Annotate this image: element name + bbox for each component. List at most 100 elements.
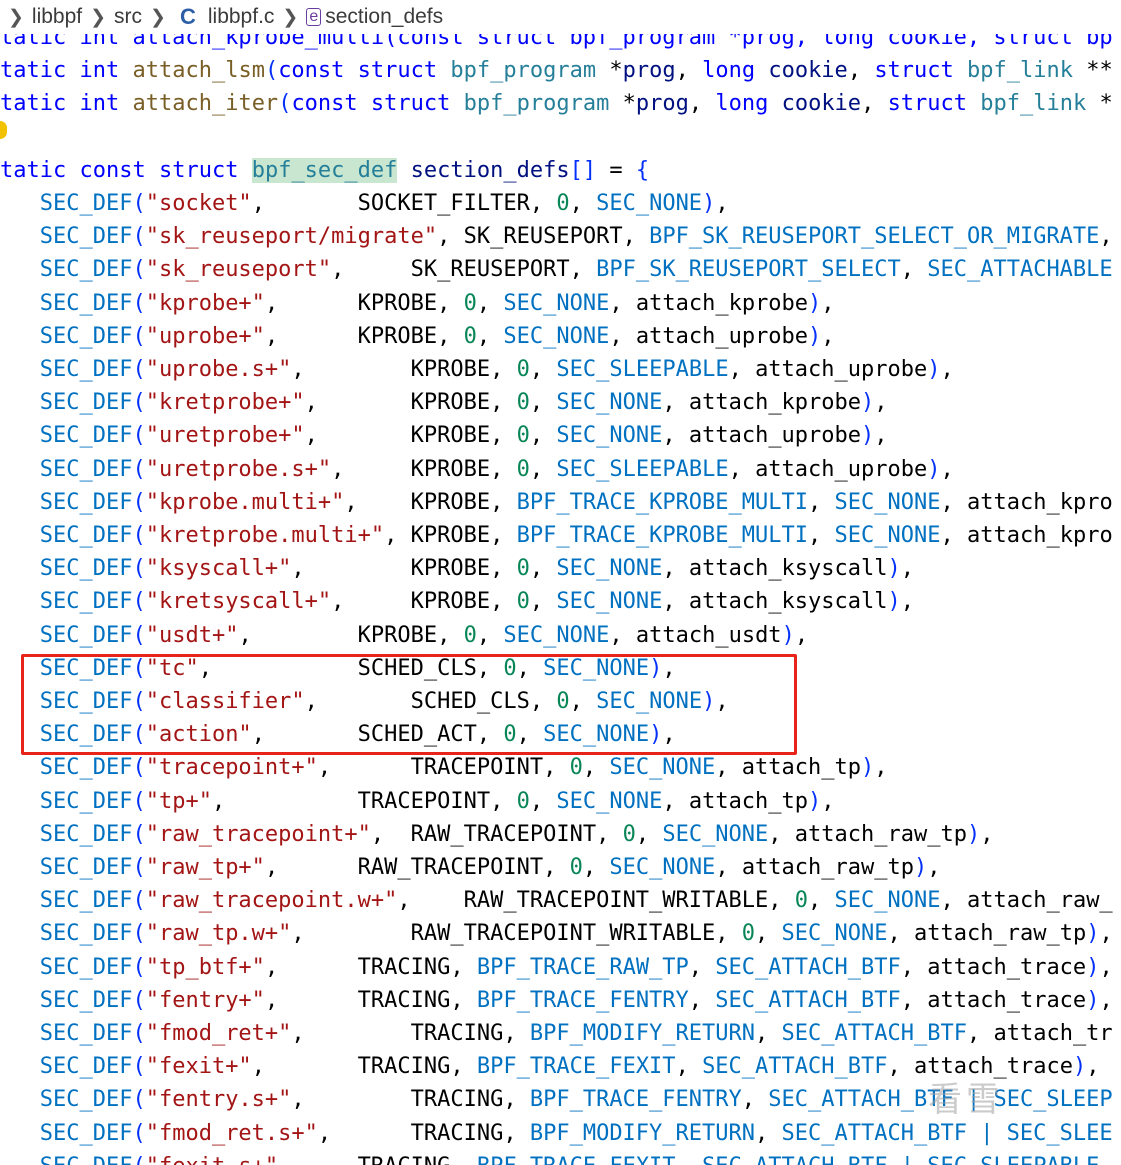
code-token: , <box>397 888 464 914</box>
sec-def-entry[interactable]: SEC_DEF("uretprobe.s+", KPROBE, 0, SEC_S… <box>0 453 954 486</box>
sec-def-entry[interactable]: SEC_DEF("uprobe+", KPROBE, 0, SEC_NONE, … <box>0 320 835 353</box>
code-token: , <box>476 323 504 349</box>
macro-name: SEC_DEF <box>39 1120 133 1146</box>
code-token: , <box>490 456 517 482</box>
sec-def-entry[interactable]: SEC_DEF("raw_tp.w+", RAW_TRACEPOINT_WRIT… <box>0 917 1113 950</box>
code-token: , <box>847 58 875 84</box>
code-token: , <box>768 821 795 847</box>
code-token: SEC_ATTACH_BTF <box>781 1021 967 1046</box>
code-token: tatic <box>0 157 67 183</box>
sec-def-entry[interactable]: SEC_DEF("sk_reuseport", SK_REUSEPORT, BP… <box>0 253 1113 286</box>
code-token: , <box>688 91 716 117</box>
code-line-decl[interactable]: tatic int attach_lsm(const struct bpf_pr… <box>0 54 1113 87</box>
code-token: , <box>675 1054 703 1080</box>
section-string: "kretprobe+" <box>145 390 305 416</box>
breadcrumb-item-symbol[interactable]: section_defs <box>325 5 443 29</box>
section-defs-identifier: section_defs <box>410 157 570 183</box>
code-token: , <box>940 523 967 548</box>
sec-def-entry[interactable]: SEC_DEF("raw_tracepoint.w+", RAW_TRACEPO… <box>0 884 1113 917</box>
sec-def-entry[interactable]: SEC_DEF("kprobe+", KPROBE, 0, SEC_NONE, … <box>0 287 835 320</box>
code-token: cookie <box>768 58 848 84</box>
code-token: KPROBE <box>410 357 491 382</box>
code-token: , <box>887 1054 914 1080</box>
code-token: ( <box>132 589 146 615</box>
code-token: ) <box>861 390 875 416</box>
code-token: struct <box>887 91 968 117</box>
sec-def-entry[interactable]: SEC_DEF("raw_tp+", RAW_TRACEPOINT, 0, SE… <box>0 851 941 884</box>
sec-def-entry[interactable]: SEC_DEF("tp_btf+", TRACING, BPF_TRACE_RA… <box>0 951 1113 984</box>
code-token: , <box>741 1087 769 1113</box>
code-token: , <box>543 855 570 880</box>
code-token: , <box>503 1021 530 1046</box>
section-string: "tp_btf+" <box>145 954 265 980</box>
sec-def-entry[interactable]: SEC_DEF("tp+", TRACEPOINT, 0, SEC_NONE, … <box>0 785 835 818</box>
code-token: , <box>490 489 517 515</box>
breadcrumb-item-file[interactable]: libbpf.c <box>208 5 275 29</box>
sec-def-entry[interactable]: SEC_DEF("ksyscall+", KPROBE, 0, SEC_NONE… <box>0 552 914 585</box>
macro-name: SEC_DEF <box>39 622 133 648</box>
macro-name: SEC_DEF <box>39 556 133 582</box>
sec-def-entry[interactable]: SEC_DEF("tracepoint+", TRACEPOINT, 0, SE… <box>0 751 888 784</box>
macro-name: SEC_DEF <box>39 755 133 781</box>
sec-def-entry[interactable]: SEC_DEF("fexit.s+", TRACING, BPF_TRACE_F… <box>0 1150 1100 1165</box>
code-editor[interactable]: tatic int attach_kprobe_multi(const stru… <box>0 0 1121 1165</box>
code-token: KPROBE <box>410 423 491 449</box>
sec-def-entry[interactable]: SEC_DEF("usdt+", KPROBE, 0, SEC_NONE, at… <box>0 619 808 652</box>
sec-def-entry[interactable]: SEC_DEF("fentry+", TRACING, BPF_TRACE_FE… <box>0 984 1113 1017</box>
chevron-right-icon: ❯ <box>8 6 24 28</box>
code-token: ) <box>861 755 875 781</box>
code-token: tatic <box>0 58 67 84</box>
code-token: 0 <box>741 921 756 947</box>
code-token: KPROBE <box>357 290 438 316</box>
macro-name: SEC_DEF <box>39 390 133 416</box>
sec-def-entry[interactable]: SEC_DEF("uprobe.s+", KPROBE, 0, SEC_SLEE… <box>0 353 954 386</box>
code-token: , <box>490 357 517 382</box>
code-token: ( <box>132 788 146 814</box>
code-token: ( <box>132 290 146 316</box>
code-token: , <box>437 323 464 349</box>
macro-name: SEC_DEF <box>39 855 133 880</box>
sec-def-entry[interactable]: SEC_DEF("kprobe.multi+", KPROBE, BPF_TRA… <box>0 486 1113 519</box>
sec-def-entry[interactable]: SEC_DEF("fmod_ret+", TRACING, BPF_MODIFY… <box>0 1017 1113 1050</box>
sec-def-entry[interactable]: SEC_DEF("sk_reuseport/migrate", SK_REUSE… <box>0 220 1113 253</box>
code-token: , <box>728 357 756 382</box>
function-name: attach_iter <box>132 91 279 117</box>
macro-name: SEC_DEF <box>39 1021 133 1046</box>
sec-def-entry[interactable]: SEC_DEF("kretprobe+", KPROBE, 0, SEC_NON… <box>0 386 888 419</box>
code-token: , <box>278 1154 357 1165</box>
sec-def-entry[interactable]: SEC_DEF("kretprobe.multi+", KPROBE, BPF_… <box>0 519 1113 552</box>
code-token: , <box>331 456 411 482</box>
sec-def-entry[interactable]: SEC_DEF("fmod_ret.s+", TRACING, BPF_MODI… <box>0 1117 1113 1150</box>
sec-def-entry[interactable]: SEC_DEF("kretsyscall+", KPROBE, 0, SEC_N… <box>0 585 914 618</box>
breadcrumb-item-src[interactable]: src <box>114 5 142 29</box>
macro-name: SEC_DEF <box>39 1087 133 1113</box>
code-line-decl[interactable]: tatic int attach_iter(const struct bpf_p… <box>0 87 1113 120</box>
code-token: , <box>808 888 835 914</box>
code-token: ( <box>132 622 146 648</box>
section-string: "kprobe.multi+" <box>145 489 345 515</box>
macro-name: SEC_DEF <box>39 290 133 316</box>
breadcrumb-item-libbpf[interactable]: libbpf <box>32 5 82 29</box>
code-token: struct <box>370 91 451 117</box>
code-token: BPF_TRACE_FENTRY <box>476 987 689 1013</box>
code-token: , <box>543 755 570 781</box>
code-token: ( <box>132 323 146 349</box>
code-token: ) <box>1072 1054 1087 1080</box>
code-token: , <box>609 290 636 316</box>
sec-def-entry[interactable]: SEC_DEF("raw_tracepoint+", RAW_TRACEPOIN… <box>0 818 994 851</box>
sec-def-entry[interactable]: SEC_DEF("socket", SOCKET_FILTER, 0, SEC_… <box>0 187 729 220</box>
macro-name: SEC_DEF <box>39 257 133 283</box>
code-token: [] <box>569 157 597 183</box>
sec-def-entry[interactable]: SEC_DEF("uretprobe+", KPROBE, 0, SEC_NON… <box>0 419 888 452</box>
chevron-right-icon: ❯ <box>282 6 299 28</box>
code-token: , <box>808 489 835 515</box>
code-token: ) <box>808 323 822 349</box>
code-token: , <box>861 91 888 117</box>
code-line-section-defs[interactable]: tatic const struct bpf_sec_def section_d… <box>0 154 649 187</box>
